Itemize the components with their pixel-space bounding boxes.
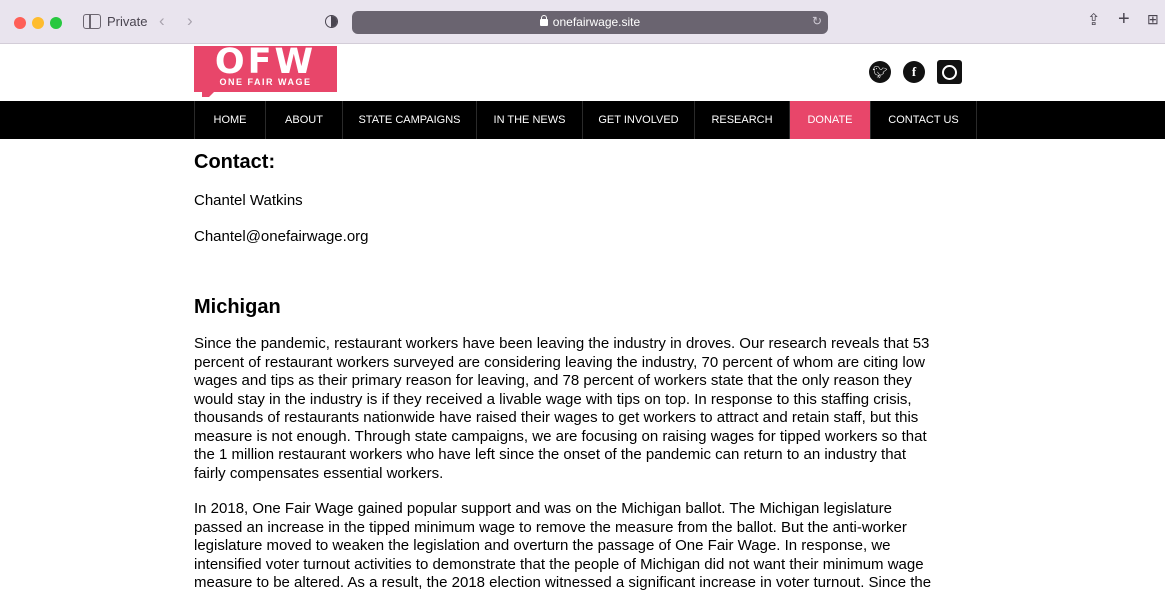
reload-icon[interactable]: ↻ [812,14,822,28]
minimize-window-button[interactable] [32,17,44,29]
contact-email[interactable]: Chantel@onefairwage.org [194,228,369,245]
nav-get-involved[interactable]: GET INVOLVED [583,101,695,139]
contact-heading: Contact: [194,151,276,173]
logo-text: OFW [214,42,317,82]
zoom-window-button[interactable] [50,17,62,29]
instagram-icon[interactable] [937,60,962,84]
michigan-heading: Michigan [194,296,281,318]
back-arrow-icon[interactable]: ‹ [159,11,165,31]
nav-research[interactable]: RESEARCH [695,101,790,139]
nav-home[interactable]: HOME [194,101,266,139]
new-tab-icon[interactable]: + [1118,8,1130,31]
michigan-paragraph-2: In 2018, One Fair Wage gained popular su… [194,500,932,591]
lock-icon [539,15,548,26]
forward-arrow-icon[interactable]: › [187,11,193,31]
close-window-button[interactable] [14,17,26,29]
twitter-icon[interactable]: 🐦︎ [869,61,891,83]
michigan-paragraph-1: Since the pandemic, restaurant workers h… [194,335,930,482]
address-bar[interactable]: onefairwage.site ↻ [352,11,828,34]
contact-name: Chantel Watkins [194,192,303,209]
browser-toolbar: Private ‹ › onefairwage.site ↻ ⇪ + ⊞ [0,0,1165,44]
tab-overview-icon[interactable]: ⊞ [1147,11,1159,28]
nav-in-the-news[interactable]: IN THE NEWS [477,101,583,139]
main-nav: HOME ABOUT STATE CAMPAIGNS IN THE NEWS G… [0,101,1165,139]
nav-state-campaigns[interactable]: STATE CAMPAIGNS [343,101,477,139]
private-label: Private [107,14,148,29]
share-icon[interactable]: ⇪ [1087,10,1100,30]
logo-speech-tail [202,90,216,97]
nav-donate[interactable]: DONATE [790,101,871,139]
nav-contact-us[interactable]: CONTACT US [871,101,977,139]
url-text: onefairwage.site [552,15,641,29]
site-header: OFW ONE FAIR WAGE 🐦︎ f [0,42,1165,101]
nav-about[interactable]: ABOUT [266,101,343,139]
logo-subtext: ONE FAIR WAGE [219,77,312,87]
facebook-icon[interactable]: f [903,61,925,83]
privacy-shield-icon[interactable] [325,15,338,28]
sidebar-icon[interactable] [83,14,101,29]
ofw-logo[interactable]: OFW ONE FAIR WAGE [194,42,337,97]
